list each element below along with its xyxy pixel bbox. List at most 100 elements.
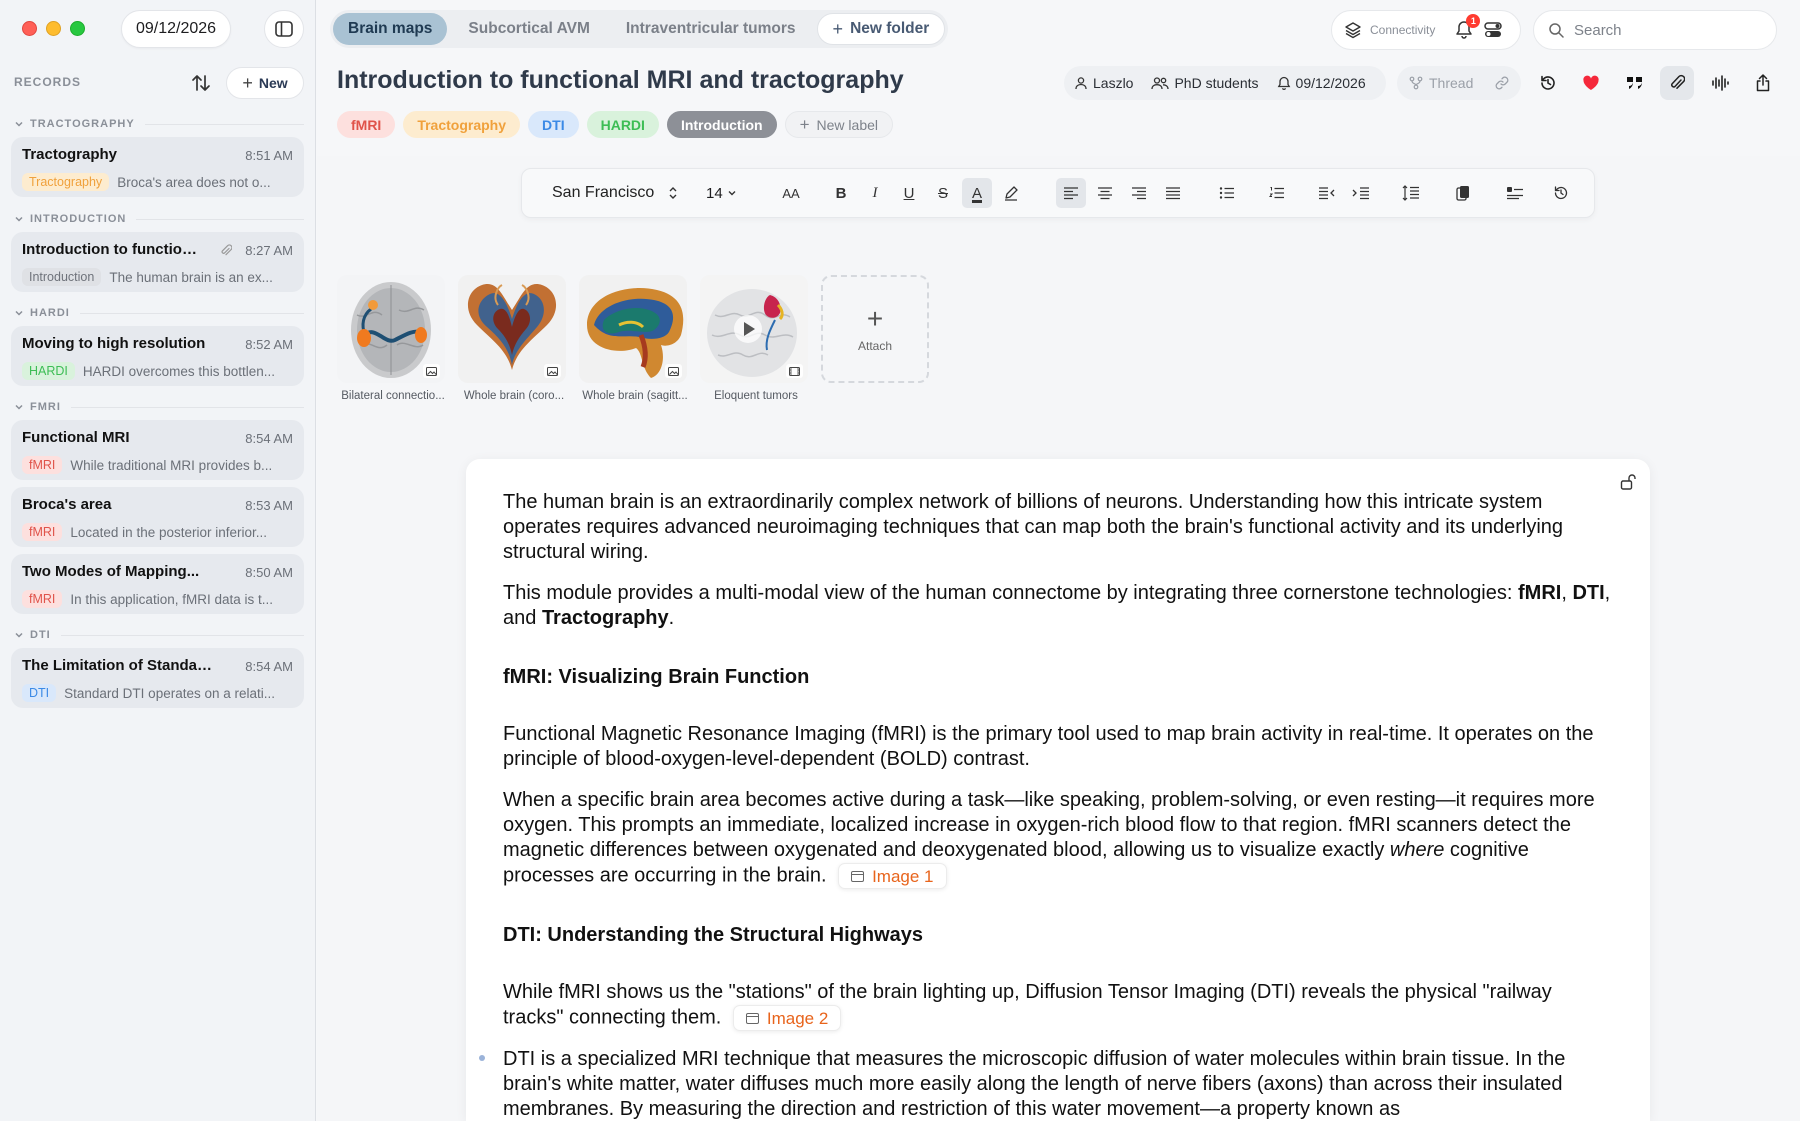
outdent-button[interactable]	[1312, 178, 1342, 208]
text-color-button[interactable]: A	[962, 178, 992, 208]
paragraph-marker	[479, 1055, 485, 1061]
align-justify-button[interactable]	[1158, 178, 1188, 208]
label-hardi[interactable]: HARDI	[586, 111, 659, 138]
attachments-button[interactable]	[1660, 66, 1694, 100]
attachment-item[interactable]: Whole brain (sagitt...	[579, 275, 688, 402]
person-icon	[1075, 77, 1087, 90]
record-item[interactable]: The Limitation of Standard... 8:54 AM DT…	[11, 648, 304, 708]
new-folder-button[interactable]: + New folder	[816, 13, 946, 45]
audio-button[interactable]	[1703, 66, 1737, 100]
author-name: Laszlo	[1093, 75, 1134, 91]
new-record-button[interactable]: + New	[226, 67, 304, 99]
indent-button[interactable]	[1346, 178, 1376, 208]
search-input[interactable]	[1574, 21, 1754, 39]
group-tractography[interactable]: TRACTOGRAPHY	[14, 115, 304, 133]
attachment-item[interactable]: Bilateral connectio...	[337, 275, 445, 402]
attach-dropzone[interactable]: + Attach	[821, 275, 929, 383]
record-item[interactable]: Two Modes of Mapping... 8:50 AM fMRI In …	[11, 554, 304, 614]
image-icon	[745, 1012, 759, 1024]
zoom-window-button[interactable]	[70, 21, 85, 36]
toggles-icon[interactable]	[1483, 20, 1503, 40]
group-introduction[interactable]: INTRODUCTION	[14, 210, 304, 228]
link-icon[interactable]	[1495, 76, 1509, 90]
paragraph-text: While fMRI shows us the "stations" of th…	[503, 981, 1552, 1029]
sort-button[interactable]	[188, 70, 214, 96]
sidebar-toggle-button[interactable]	[264, 10, 304, 48]
connectivity-label[interactable]: Connectivity	[1370, 23, 1435, 37]
line-spacing-button[interactable]	[1396, 178, 1426, 208]
record-item[interactable]: Functional MRI 8:54 AM fMRI While tradit…	[11, 420, 304, 480]
highlight-button[interactable]	[996, 178, 1026, 208]
attachment-item[interactable]: Whole brain (coro...	[458, 275, 566, 402]
bold-button[interactable]: B	[826, 178, 856, 208]
group-meta[interactable]: PhD students	[1151, 75, 1259, 91]
bullet-list-button[interactable]	[1212, 178, 1242, 208]
search-box[interactable]	[1533, 10, 1777, 50]
document-actions	[1531, 66, 1780, 100]
thread-button[interactable]: Thread	[1397, 66, 1521, 100]
minimize-window-button[interactable]	[46, 21, 61, 36]
group-label: TRACTOGRAPHY	[30, 118, 135, 130]
unlock-icon[interactable]	[1620, 473, 1636, 491]
numbered-list-button[interactable]	[1262, 178, 1292, 208]
align-center-button[interactable]	[1090, 178, 1120, 208]
checklist-icon	[1507, 187, 1523, 200]
record-time: 8:27 AM	[245, 243, 293, 258]
date-picker[interactable]: 09/12/2026	[121, 10, 231, 48]
label-dti[interactable]: DTI	[528, 111, 579, 138]
paragraph: When a specific brain area becomes activ…	[503, 788, 1613, 889]
attachment-name: Bilateral connectio...	[341, 390, 445, 402]
checklist-button[interactable]	[1500, 178, 1530, 208]
image-reference-chip[interactable]: Image 2	[732, 1005, 842, 1031]
record-title: Introduction to function...	[22, 241, 202, 258]
image-type-icon	[423, 364, 440, 378]
text-case-button[interactable]: AA	[776, 178, 806, 208]
font-size-select[interactable]: 14	[706, 185, 746, 202]
record-item[interactable]: Tractography 8:51 AM Tractography Broca'…	[11, 137, 304, 197]
record-item[interactable]: Introduction to function... 8:27 AM Intr…	[11, 232, 304, 292]
italic-button[interactable]: I	[860, 178, 890, 208]
group-dti[interactable]: DTI	[14, 626, 304, 644]
attach-button[interactable]: + Attach	[821, 275, 929, 402]
label-tractography[interactable]: Tractography	[403, 111, 521, 138]
copy-style-button[interactable]	[1448, 178, 1478, 208]
close-window-button[interactable]	[22, 21, 37, 36]
record-preview: While traditional MRI provides b...	[70, 457, 273, 473]
group-hardi[interactable]: HARDI	[14, 304, 304, 322]
history-button[interactable]	[1531, 66, 1565, 100]
attachment-item[interactable]: Eloquent tumors	[700, 275, 808, 402]
strikethrough-button[interactable]: S	[928, 178, 958, 208]
group-fmri[interactable]: FMRI	[14, 398, 304, 416]
chevron-down-icon	[15, 310, 23, 316]
record-item[interactable]: Broca's area 8:53 AM fMRI Located in the…	[11, 487, 304, 547]
align-left-button[interactable]	[1056, 178, 1086, 208]
version-button[interactable]	[1546, 178, 1576, 208]
folder-tabs: Brain maps Subcortical AVM Intraventricu…	[330, 10, 949, 48]
label-introduction[interactable]: Introduction	[666, 111, 777, 138]
favorite-button[interactable]	[1574, 66, 1608, 100]
layers-icon[interactable]	[1344, 21, 1362, 39]
tab-intraventricular-tumors[interactable]: Intraventricular tumors	[611, 13, 811, 45]
align-justify-icon	[1166, 187, 1180, 200]
record-title: The Limitation of Standard...	[22, 657, 212, 674]
record-item[interactable]: Moving to high resolution 8:52 AM HARDI …	[11, 326, 304, 386]
image-reference-chip[interactable]: Image 1	[838, 863, 947, 889]
tab-subcortical-avm[interactable]: Subcortical AVM	[453, 13, 604, 45]
notifications-button[interactable]: 1	[1455, 14, 1481, 40]
share-button[interactable]	[1746, 66, 1780, 100]
document-editor[interactable]: The human brain is an extraordinarily co…	[466, 459, 1650, 1121]
font-family-select[interactable]: San Francisco	[552, 184, 678, 202]
align-right-button[interactable]	[1124, 178, 1154, 208]
image-icon	[851, 870, 865, 882]
quote-button[interactable]	[1617, 66, 1651, 100]
eloquent-tumors-thumbnail	[700, 275, 808, 383]
underline-button[interactable]: U	[894, 178, 924, 208]
image-reference-label: Image 2	[766, 1008, 829, 1028]
author-meta[interactable]: Laszlo	[1074, 75, 1133, 91]
divider	[79, 312, 304, 314]
format-toolbar: San Francisco 14 AA B I U S A	[521, 168, 1595, 218]
tab-brain-maps[interactable]: Brain maps	[333, 13, 448, 45]
new-label-button[interactable]: + New label	[784, 111, 894, 138]
label-fmri[interactable]: fMRI	[337, 111, 396, 138]
reminder-meta[interactable]: 09/12/2026	[1277, 75, 1366, 91]
